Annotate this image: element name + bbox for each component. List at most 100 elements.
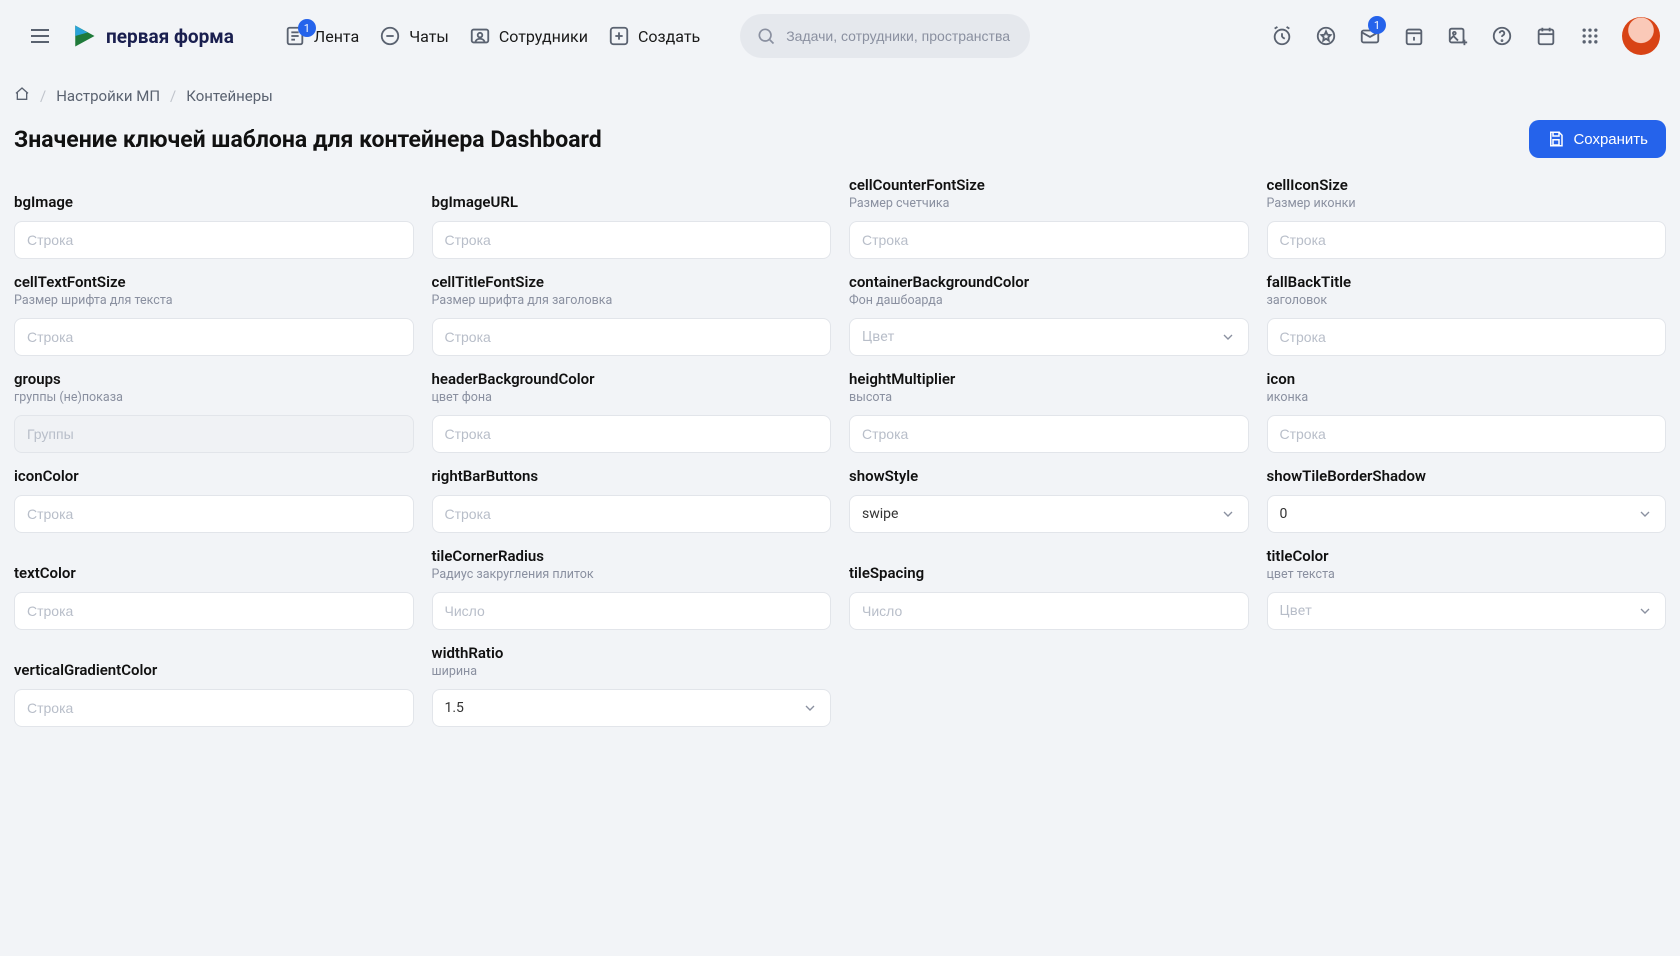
favorites-button[interactable]	[1306, 16, 1346, 56]
breadcrumb-home[interactable]	[14, 86, 30, 106]
input-cellCounterFontSize[interactable]	[849, 221, 1249, 259]
field-label: icon	[1267, 370, 1667, 388]
field-cellTextFontSize: cellTextFontSize Размер шрифта для текст…	[14, 273, 414, 356]
menu-icon	[28, 24, 52, 48]
calendar-day-icon	[1403, 25, 1425, 47]
page-header: Значение ключей шаблона для контейнера D…	[0, 106, 1680, 176]
field-sublabel: Фон дашбоарда	[849, 293, 1249, 308]
input-tileCornerRadius[interactable]	[432, 592, 832, 630]
hamburger-menu[interactable]	[20, 16, 60, 56]
field-sublabel: заголовок	[1267, 293, 1667, 308]
input-cellTextFontSize[interactable]	[14, 318, 414, 356]
field-headerBackgroundColor: headerBackgroundColor цвет фона	[432, 370, 832, 453]
topbar-right: 1	[1262, 16, 1660, 56]
logo-mark-icon	[70, 22, 98, 50]
page-title: Значение ключей шаблона для контейнера D…	[14, 126, 602, 153]
field-containerBackgroundColor: containerBackgroundColor Фон дашбоарда Ц…	[849, 273, 1249, 356]
breadcrumb-containers[interactable]: Контейнеры	[186, 87, 273, 105]
field-cellIconSize: cellIconSize Размер иконки	[1267, 176, 1667, 259]
reminders-button[interactable]	[1262, 16, 1302, 56]
field-widthRatio: widthRatio ширина 1.5	[432, 644, 832, 727]
field-icon: icon иконка	[1267, 370, 1667, 453]
nav-chats[interactable]: Чаты	[379, 25, 449, 47]
search-box[interactable]	[740, 14, 1030, 58]
field-sublabel: группы (не)показа	[14, 390, 414, 405]
input-tileSpacing[interactable]	[849, 592, 1249, 630]
input-heightMultiplier[interactable]	[849, 415, 1249, 453]
input-icon[interactable]	[1267, 415, 1667, 453]
inbox-button[interactable]: 1	[1350, 16, 1390, 56]
field-sublabel: Размер шрифта для заголовка	[432, 293, 832, 308]
save-button[interactable]: Сохранить	[1529, 120, 1666, 158]
help-button[interactable]	[1482, 16, 1522, 56]
home-icon	[14, 86, 30, 102]
select-placeholder: Цвет	[862, 329, 894, 345]
select-showTileBorderShadow[interactable]: 0	[1267, 495, 1667, 533]
field-cellCounterFontSize: cellCounterFontSize Размер счетчика	[849, 176, 1249, 259]
nav-people-label: Сотрудники	[499, 27, 588, 46]
field-label: fallBackTitle	[1267, 273, 1667, 291]
input-fallBackTitle[interactable]	[1267, 318, 1667, 356]
input-cellTitleFontSize[interactable]	[432, 318, 832, 356]
user-avatar[interactable]	[1622, 17, 1660, 55]
select-value: 0	[1280, 506, 1288, 522]
field-cellTitleFontSize: cellTitleFontSize Размер шрифта для заго…	[432, 273, 832, 356]
field-showStyle: showStyle swipe	[849, 467, 1249, 533]
input-iconColor[interactable]	[14, 495, 414, 533]
gallery-button[interactable]	[1438, 16, 1478, 56]
field-fallBackTitle: fallBackTitle заголовок	[1267, 273, 1667, 356]
field-tileCornerRadius: tileCornerRadius Радиус закругления плит…	[432, 547, 832, 630]
select-widthRatio[interactable]: 1.5	[432, 689, 832, 727]
select-placeholder: Цвет	[1280, 603, 1312, 619]
breadcrumb-sep: /	[170, 87, 176, 105]
calendar-button[interactable]	[1526, 16, 1566, 56]
plus-square-icon	[608, 25, 630, 47]
field-label: verticalGradientColor	[14, 661, 414, 679]
field-iconColor: iconColor	[14, 467, 414, 533]
field-rightBarButtons: rightBarButtons	[432, 467, 832, 533]
nav-create[interactable]: Создать	[608, 25, 700, 47]
input-verticalGradientColor[interactable]	[14, 689, 414, 727]
field-label: cellCounterFontSize	[849, 176, 1249, 194]
tasks-button[interactable]	[1394, 16, 1434, 56]
breadcrumb-mp[interactable]: Настройки МП	[56, 87, 160, 105]
field-label: textColor	[14, 564, 414, 582]
field-sublabel: ширина	[432, 664, 832, 679]
input-headerBackgroundColor[interactable]	[432, 415, 832, 453]
input-cellIconSize[interactable]	[1267, 221, 1667, 259]
search-input[interactable]	[786, 28, 1014, 44]
nav-people[interactable]: Сотрудники	[469, 25, 588, 47]
field-label: titleColor	[1267, 547, 1667, 565]
field-label: containerBackgroundColor	[849, 273, 1249, 291]
select-titleColor[interactable]: Цвет	[1267, 592, 1667, 630]
field-verticalGradientColor: verticalGradientColor	[14, 661, 414, 727]
field-label: groups	[14, 370, 414, 388]
inbox-badge: 1	[1368, 16, 1386, 34]
chat-icon	[379, 25, 401, 47]
select-value: 1.5	[445, 700, 464, 716]
apps-button[interactable]	[1570, 16, 1610, 56]
breadcrumb: / Настройки МП / Контейнеры	[0, 72, 1680, 106]
chevron-down-icon	[1637, 603, 1653, 619]
field-bgImageURL: bgImageURL	[432, 193, 832, 259]
select-showStyle[interactable]: swipe	[849, 495, 1249, 533]
field-sublabel: Размер иконки	[1267, 196, 1667, 211]
input-textColor[interactable]	[14, 592, 414, 630]
nav-feed[interactable]: 1 Лента	[284, 25, 359, 47]
save-icon	[1547, 130, 1565, 148]
field-label: tileSpacing	[849, 564, 1249, 582]
nav-create-label: Создать	[638, 27, 700, 46]
input-bgImageURL[interactable]	[432, 221, 832, 259]
select-containerBackgroundColor[interactable]: Цвет	[849, 318, 1249, 356]
field-label: bgImage	[14, 193, 414, 211]
brand-logo[interactable]: первая форма	[70, 22, 234, 50]
calendar-icon	[1535, 25, 1557, 47]
chevron-down-icon	[1220, 506, 1236, 522]
input-groups	[14, 415, 414, 453]
field-label: showTileBorderShadow	[1267, 467, 1667, 485]
primary-nav: 1 Лента Чаты Сотрудники Создать	[284, 25, 700, 47]
input-rightBarButtons[interactable]	[432, 495, 832, 533]
field-sublabel: Размер шрифта для текста	[14, 293, 414, 308]
field-bgImage: bgImage	[14, 193, 414, 259]
input-bgImage[interactable]	[14, 221, 414, 259]
